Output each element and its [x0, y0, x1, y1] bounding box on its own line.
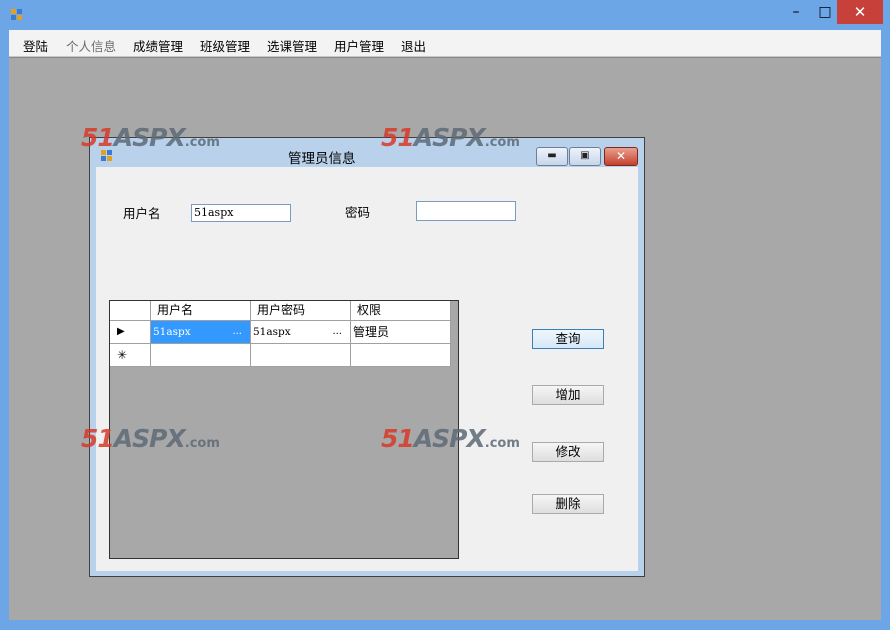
- child-close-button[interactable]: ✕: [604, 147, 638, 166]
- grid-column-header-username[interactable]: 用户名: [151, 301, 251, 321]
- edit-button[interactable]: 修改: [532, 442, 604, 462]
- watermark-brand: ASPX: [413, 424, 486, 453]
- watermark-logo: 51ASPX.com: [381, 424, 520, 453]
- cell-ellipsis: ...: [232, 326, 242, 337]
- watermark-suffix: .com: [184, 135, 220, 150]
- menu-item-classes[interactable]: 班级管理: [200, 36, 250, 55]
- watermark-logo: 51ASPX.com: [81, 424, 220, 453]
- menu-item-users[interactable]: 用户管理: [334, 36, 384, 55]
- child-maximize-button[interactable]: ▣: [569, 147, 601, 166]
- grid-new-row-cell[interactable]: [351, 344, 451, 367]
- close-button[interactable]: ✕: [837, 0, 883, 24]
- app-icon: [11, 9, 23, 21]
- admin-info-window: 管理员信息 ▬ ▣ ✕ 用户名 51aspx 密码 用户名 用户密码 权限 ▶ …: [89, 137, 645, 577]
- maximize-button[interactable]: □: [810, 0, 840, 24]
- watermark-number: 51: [81, 123, 115, 152]
- watermark-number: 51: [381, 424, 415, 453]
- watermark-suffix: .com: [184, 436, 220, 451]
- grid-cell-username[interactable]: 51aspx ...: [151, 321, 251, 344]
- watermark-suffix: .com: [484, 135, 520, 150]
- grid-corner-header: [110, 301, 151, 321]
- add-button[interactable]: 增加: [532, 385, 604, 405]
- password-field[interactable]: [416, 201, 516, 221]
- watermark-brand: ASPX: [113, 123, 186, 152]
- watermark-brand: ASPX: [113, 424, 186, 453]
- menu-item-exit[interactable]: 退出: [401, 36, 426, 55]
- menu-item-course-selection[interactable]: 选课管理: [267, 36, 317, 55]
- delete-button[interactable]: 删除: [532, 494, 604, 514]
- grid-new-row-cell[interactable]: [151, 344, 251, 367]
- query-button[interactable]: 查询: [532, 329, 604, 349]
- child-minimize-button[interactable]: ▬: [536, 147, 568, 166]
- username-label: 用户名: [123, 206, 161, 221]
- minimize-button[interactable]: –: [781, 0, 811, 24]
- menu-item-login[interactable]: 登陆: [23, 36, 48, 55]
- password-label: 密码: [345, 205, 371, 220]
- grid-column-header-permission[interactable]: 权限: [351, 301, 451, 321]
- watermark-brand: ASPX: [413, 123, 486, 152]
- grid-cell-username-text: 51aspx: [153, 326, 191, 338]
- grid-cell-permission[interactable]: 管理员: [351, 321, 451, 344]
- window-bottom-border: [0, 620, 890, 630]
- grid-cell-password-text: 51aspx: [253, 326, 291, 338]
- cell-ellipsis: ...: [332, 326, 342, 337]
- child-client-area: 用户名 51aspx 密码 用户名 用户密码 权限 ▶ 51aspx ... 5…: [96, 167, 638, 571]
- username-field[interactable]: 51aspx: [191, 204, 291, 222]
- watermark-logo: 51ASPX.com: [81, 123, 220, 152]
- grid-cell-password[interactable]: 51aspx ...: [251, 321, 351, 344]
- menu-item-personal-info[interactable]: 个人信息: [66, 36, 116, 55]
- menu-item-grades[interactable]: 成绩管理: [133, 36, 183, 55]
- watermark-number: 51: [81, 424, 115, 453]
- watermark-number: 51: [381, 123, 415, 152]
- menu-bar: 登陆 个人信息 成绩管理 班级管理 选课管理 用户管理 退出: [9, 30, 881, 57]
- row-indicator-icon[interactable]: ▶: [110, 321, 151, 344]
- new-row-indicator-icon[interactable]: ✳: [110, 344, 151, 367]
- child-window-title: 管理员信息: [288, 151, 356, 167]
- grid-column-header-password[interactable]: 用户密码: [251, 301, 351, 321]
- window-titlebar[interactable]: [0, 0, 890, 30]
- watermark-logo: 51ASPX.com: [381, 123, 520, 152]
- watermark-suffix: .com: [484, 436, 520, 451]
- grid-new-row-cell[interactable]: [251, 344, 351, 367]
